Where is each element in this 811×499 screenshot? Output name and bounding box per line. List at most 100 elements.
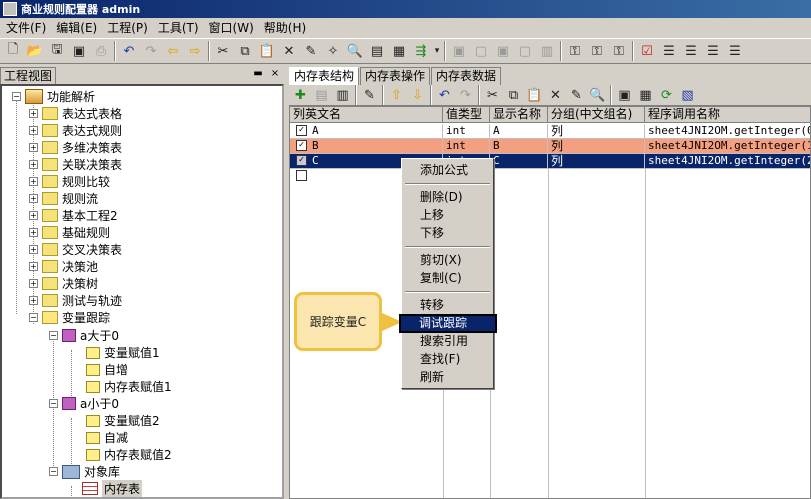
tab-structure[interactable]: 内存表结构: [289, 67, 360, 85]
expand-icon[interactable]: +: [29, 228, 38, 237]
menu-item-move-up[interactable]: 上移: [420, 207, 444, 224]
tree-node[interactable]: 变量赋值1: [86, 344, 160, 361]
grid-cell[interactable]: int: [443, 139, 490, 154]
grid-cell[interactable]: B: [490, 139, 548, 154]
table-row[interactable]: ✓ B int B 列 sheet4JNI2OM.getInteger(1): [290, 139, 810, 154]
expand-icon[interactable]: +: [29, 177, 38, 186]
menu-window[interactable]: 窗口(W): [205, 19, 260, 36]
collapse-icon[interactable]: −: [49, 331, 58, 340]
column-header[interactable]: 程序调用名称: [645, 107, 810, 123]
copy-icon[interactable]: ⧉: [234, 40, 256, 62]
new-icon[interactable]: 🗋: [2, 40, 24, 62]
tree-node[interactable]: 内存表赋值2: [86, 446, 172, 463]
collapse-icon[interactable]: −: [49, 467, 58, 476]
tree-node[interactable]: − a大于0: [49, 327, 119, 344]
column-header[interactable]: 值类型: [443, 107, 490, 123]
menu-item-debug-trace[interactable]: 调试跟踪: [399, 314, 497, 333]
nav2-icon[interactable]: ▢: [470, 40, 492, 62]
insert-icon[interactable]: ▤: [311, 85, 332, 105]
menu-file[interactable]: 文件(F): [2, 19, 52, 36]
tree-node[interactable]: + 交叉决策表: [29, 241, 122, 258]
menu-tools[interactable]: 工具(T): [154, 19, 205, 36]
grid-cell[interactable]: 列: [548, 139, 645, 154]
grid-cell[interactable]: ✓ B: [290, 139, 443, 154]
tree-node[interactable]: − 对象库: [49, 463, 120, 480]
grid-cell[interactable]: sheet4JNI2OM.getInteger(2): [645, 154, 810, 169]
collapse-icon[interactable]: −: [29, 313, 38, 322]
grid-cell[interactable]: C: [490, 154, 548, 169]
tree-node[interactable]: + 测试与轨迹: [29, 292, 122, 309]
table-row-selected[interactable]: ✓C int C 列 sheet4JNI2OM.getInteger(2): [290, 154, 810, 169]
tree-node[interactable]: + 基本工程2: [29, 207, 118, 224]
table-row-empty[interactable]: [290, 169, 810, 184]
redo-icon[interactable]: ↷: [140, 40, 162, 62]
refresh-icon[interactable]: ⟳: [656, 85, 677, 105]
expand-icon[interactable]: +: [29, 160, 38, 169]
back-icon[interactable]: ⇦: [162, 40, 184, 62]
export-icon[interactable]: ▣: [614, 85, 635, 105]
row-checkbox[interactable]: [296, 170, 307, 181]
close-icon[interactable]: ×: [268, 68, 282, 81]
collapse-icon[interactable]: −: [12, 92, 21, 101]
menu-project[interactable]: 工程(P): [103, 19, 154, 36]
row-checkbox[interactable]: ✓: [296, 140, 307, 151]
grid-cell[interactable]: A: [490, 124, 548, 139]
expand-icon[interactable]: +: [29, 279, 38, 288]
menu-item-delete[interactable]: 删除(D): [420, 189, 463, 206]
tree-node[interactable]: − a小于0: [49, 395, 119, 412]
delete-icon[interactable]: ✕: [278, 40, 300, 62]
list1-icon[interactable]: ☰: [658, 40, 680, 62]
nav4-icon[interactable]: ▢: [514, 40, 536, 62]
expand-icon[interactable]: +: [29, 262, 38, 271]
indent-icon[interactable]: ⇶: [410, 40, 432, 62]
list3-icon[interactable]: ☰: [702, 40, 724, 62]
menu-item-find[interactable]: 查找(F): [420, 351, 460, 368]
paste-icon[interactable]: 📋: [256, 40, 278, 62]
cut-icon[interactable]: ✂: [212, 40, 234, 62]
grid-cell[interactable]: ✓ A: [290, 124, 443, 139]
list4-icon[interactable]: ☰: [724, 40, 746, 62]
grid-cell[interactable]: 列: [548, 154, 645, 169]
save-icon[interactable]: 🖫: [46, 40, 68, 62]
up-icon[interactable]: ⇧: [386, 85, 407, 105]
import-icon[interactable]: ▥: [332, 85, 353, 105]
grid-cell[interactable]: int: [443, 124, 490, 139]
delete-icon[interactable]: ✕: [545, 85, 566, 105]
cut-icon[interactable]: ✂: [482, 85, 503, 105]
print-icon[interactable]: ⎙: [90, 40, 112, 62]
pen-icon[interactable]: ✎: [359, 85, 380, 105]
expand-icon[interactable]: +: [29, 296, 38, 305]
find-icon[interactable]: 🔍: [344, 40, 366, 62]
undo-icon[interactable]: ↶: [434, 85, 455, 105]
copy-icon[interactable]: ⧉: [503, 85, 524, 105]
help3-icon[interactable]: ⚿: [608, 40, 630, 62]
column-header[interactable]: 列英文名: [290, 107, 443, 123]
expand-icon[interactable]: +: [29, 194, 38, 203]
menu-item-search-ref[interactable]: 搜索引用: [420, 333, 468, 350]
menu-item-transfer[interactable]: 转移: [420, 297, 444, 314]
open-icon[interactable]: 📂: [24, 40, 46, 62]
collapse-icon[interactable]: −: [49, 399, 58, 408]
down-icon[interactable]: ⇩: [407, 85, 428, 105]
menu-item-refresh[interactable]: 刷新: [420, 369, 444, 386]
nav1-icon[interactable]: ▣: [448, 40, 470, 62]
find-icon[interactable]: 🔍: [587, 85, 608, 105]
expand-icon[interactable]: +: [29, 126, 38, 135]
column-header[interactable]: 分组(中文组名): [548, 107, 645, 123]
expand-icon[interactable]: +: [29, 109, 38, 118]
help2-icon[interactable]: ⚿: [586, 40, 608, 62]
tree-node-selected[interactable]: 内存表: [82, 480, 143, 497]
list2-icon[interactable]: ☰: [680, 40, 702, 62]
tree-node[interactable]: + 表达式表格: [29, 105, 122, 122]
properties-icon[interactable]: ▤: [366, 40, 388, 62]
tree-node[interactable]: + 基础规则: [29, 224, 110, 241]
check-icon[interactable]: ☑: [636, 40, 658, 62]
help1-icon[interactable]: ⚿: [564, 40, 586, 62]
menu-item-cut[interactable]: 剪切(X): [420, 252, 462, 269]
tree-node[interactable]: − 变量跟踪: [29, 309, 110, 326]
forward-icon[interactable]: ⇨: [184, 40, 206, 62]
row-checkbox[interactable]: ✓: [296, 125, 307, 136]
tree-node[interactable]: + 决策树: [29, 275, 98, 292]
menu-help[interactable]: 帮助(H): [260, 19, 312, 36]
nav5-icon[interactable]: ▥: [536, 40, 558, 62]
